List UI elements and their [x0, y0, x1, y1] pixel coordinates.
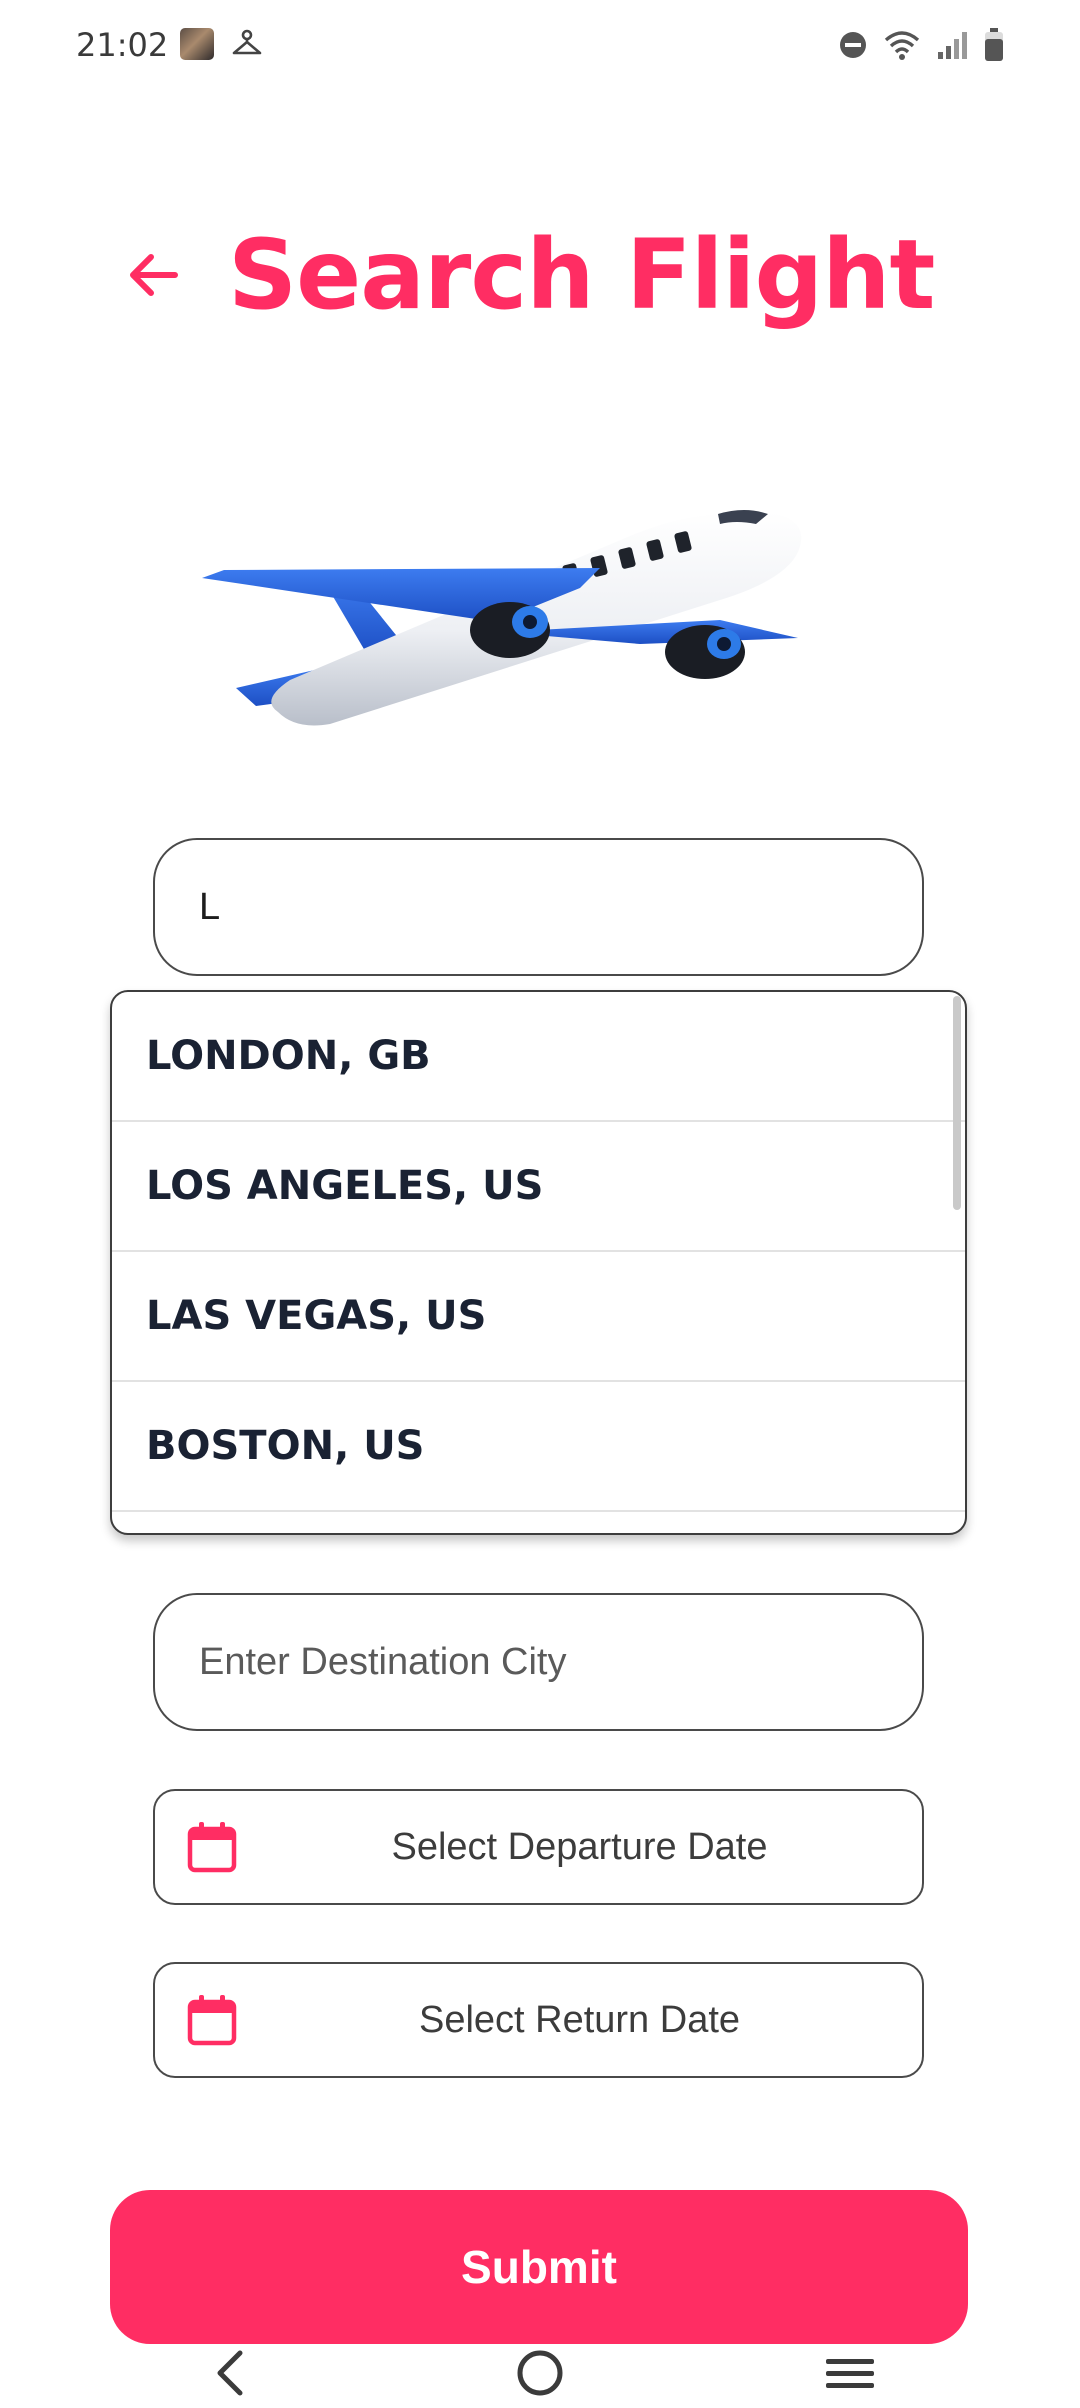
suggestion-item[interactable]: LOS ANGELES, US — [112, 1122, 965, 1252]
header: Search Flight — [120, 210, 935, 340]
status-bar: 21:02 — [0, 0, 1080, 90]
destination-city-placeholder: Enter Destination City — [199, 1640, 567, 1683]
submit-button[interactable]: Submit — [110, 2190, 968, 2344]
airplane-icon — [202, 510, 802, 726]
calendar-icon — [187, 1822, 237, 1873]
return-date-field[interactable]: Select Return Date — [153, 1962, 924, 2078]
suggestion-item[interactable]: BOSTON, US — [112, 1382, 965, 1512]
status-time: 21:02 — [76, 26, 169, 64]
status-icons — [838, 26, 1004, 64]
departure-date-field[interactable]: Select Departure Date — [153, 1789, 924, 1905]
arrow-left-icon — [130, 254, 178, 296]
menu-lines-icon — [826, 2359, 874, 2388]
city-suggestions-dropdown: LONDON, GB LOS ANGELES, US LAS VEGAS, US… — [110, 990, 967, 1535]
photo-notification-icon — [180, 28, 214, 60]
suggestion-item[interactable]: LONDON, GB — [112, 992, 965, 1122]
suggestion-item-partial[interactable] — [112, 1512, 965, 1533]
hanger-notification-icon — [232, 29, 262, 55]
chevron-left-icon — [217, 2350, 243, 2396]
nav-home-button[interactable] — [500, 2338, 580, 2408]
do-not-disturb-icon — [840, 32, 866, 58]
back-button[interactable] — [120, 242, 186, 308]
return-date-label: Select Return Date — [418, 1998, 741, 2041]
signal-icon — [938, 32, 967, 59]
nav-back-button[interactable] — [190, 2338, 270, 2408]
departure-date-label: Select Departure Date — [391, 1825, 768, 1868]
suggestion-item[interactable]: LAS VEGAS, US — [112, 1252, 965, 1382]
circle-home-icon — [517, 2350, 563, 2396]
calendar-icon — [187, 1995, 237, 2046]
wifi-icon — [884, 31, 920, 60]
origin-city-value: L — [199, 885, 221, 928]
battery-icon — [985, 28, 1003, 61]
page-title: Search Flight — [228, 219, 935, 331]
origin-city-input[interactable]: L — [153, 838, 924, 976]
dropdown-scrollbar[interactable] — [953, 996, 961, 1210]
navigation-bar — [0, 2338, 1080, 2408]
nav-recents-button[interactable] — [810, 2338, 890, 2408]
destination-city-input[interactable]: Enter Destination City — [153, 1593, 924, 1731]
